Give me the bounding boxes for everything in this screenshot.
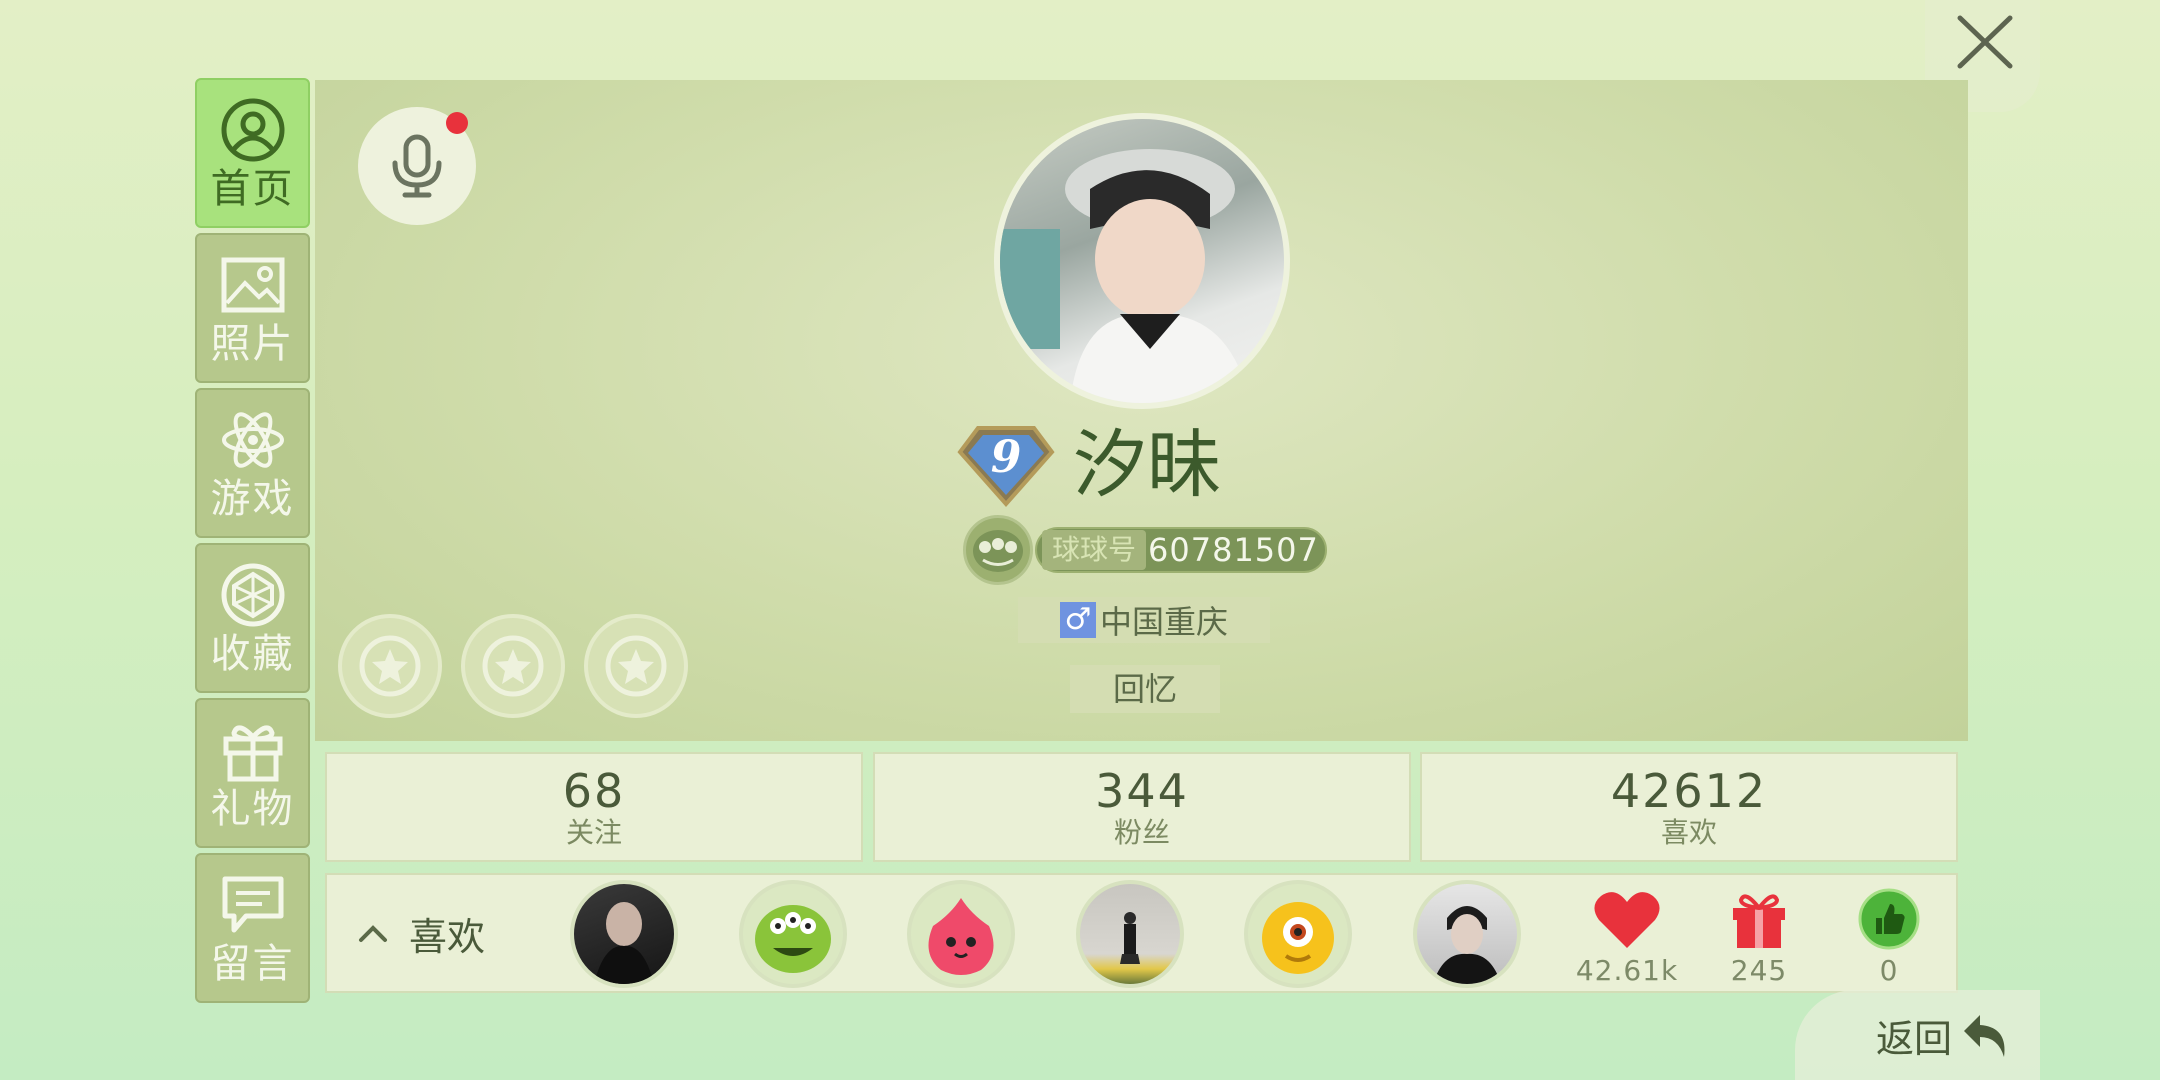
stat-value: 68: [562, 764, 626, 818]
sidebar-item-label: 照片: [210, 321, 295, 367]
likes-counter-value: 42.61k: [1575, 954, 1679, 987]
thumbs-counter-value: 0: [1879, 954, 1899, 987]
sidebar-item-label: 留言: [210, 941, 295, 987]
user-id-label: 球球号: [1042, 530, 1146, 570]
likes-counter[interactable]: 42.61k: [1567, 888, 1687, 987]
liker-avatar[interactable]: [739, 880, 847, 988]
back-arrow-icon: [1964, 1015, 2005, 1057]
chevron-up-icon: [359, 925, 387, 942]
likes-label: 喜欢: [409, 914, 486, 959]
person-photo: [1000, 149, 1250, 403]
user-id-number: 60781507: [1148, 531, 1319, 569]
level-badge: 9: [956, 424, 1056, 508]
stat-label: 喜欢: [1660, 816, 1717, 849]
username: 汐昧: [1073, 422, 1221, 508]
collection-icon: [218, 560, 288, 630]
pink-blob-icon: [928, 898, 994, 975]
level-number: 9: [990, 432, 1022, 483]
sidebar-item-collection[interactable]: 收藏: [195, 543, 310, 693]
sidebar-item-label: 礼物: [210, 786, 295, 832]
liker-avatar[interactable]: [1244, 880, 1352, 988]
signature: 回忆: [1070, 665, 1220, 713]
image-icon: [218, 250, 288, 320]
microphone-icon: [392, 134, 442, 198]
yellow-monster-icon: [1262, 902, 1334, 974]
location-text: 中国重庆: [1099, 603, 1228, 641]
gift-icon: [1733, 894, 1785, 948]
back-button[interactable]: 返回: [1795, 990, 2040, 1080]
sidebar-item-photos[interactable]: 照片: [195, 233, 310, 383]
heart-icon: [1594, 892, 1660, 948]
likes-toggle[interactable]: 喜欢: [355, 905, 485, 961]
stat-following[interactable]: 68 关注: [325, 752, 863, 862]
location-row: ♂ 中国重庆: [1018, 597, 1270, 643]
back-label: 返回: [1875, 1016, 1952, 1061]
alien-icon: [963, 515, 1033, 585]
sidebar-item-label: 游戏: [210, 476, 295, 522]
stat-label: 关注: [565, 816, 622, 849]
medal-slot[interactable]: [461, 614, 565, 718]
medal-slot[interactable]: [584, 614, 688, 718]
medal-icon: [605, 635, 667, 697]
liker-avatar[interactable]: [570, 880, 678, 988]
sidebar-item-label: 收藏: [210, 631, 295, 677]
stat-value: 42612: [1610, 764, 1768, 818]
sidebar-item-label: 首页: [210, 166, 295, 212]
liker-avatar[interactable]: [1076, 880, 1184, 988]
gifts-counter-value: 245: [1730, 954, 1788, 987]
gift-icon: [218, 715, 288, 785]
thumbs-counter[interactable]: 0: [1829, 888, 1949, 987]
profile-avatar[interactable]: [994, 113, 1290, 409]
profile-icon: [218, 95, 288, 165]
gifts-counter[interactable]: 245: [1699, 888, 1819, 987]
medal-icon: [482, 635, 544, 697]
stat-likes[interactable]: 42612 喜欢: [1420, 752, 1958, 862]
medal-icon: [359, 635, 421, 697]
sidebar-item-gifts[interactable]: 礼物: [195, 698, 310, 848]
stat-label: 粉丝: [1113, 816, 1170, 849]
atom-icon: [218, 405, 288, 475]
sidebar-item-games[interactable]: 游戏: [195, 388, 310, 538]
green-monster-icon: [755, 905, 831, 973]
sidebar-item-messages[interactable]: 留言: [195, 853, 310, 1003]
message-icon: [218, 870, 288, 940]
male-icon: ♂: [1059, 602, 1096, 638]
stat-value: 344: [1095, 764, 1189, 818]
notification-dot: [446, 112, 468, 134]
stat-fans[interactable]: 344 粉丝: [873, 752, 1411, 862]
liker-avatar[interactable]: [907, 880, 1015, 988]
liker-avatar[interactable]: [1413, 880, 1521, 988]
sidebar-item-home[interactable]: 首页: [195, 78, 310, 228]
medal-slot[interactable]: [338, 614, 442, 718]
thumbs-up-icon: [1858, 888, 1920, 950]
